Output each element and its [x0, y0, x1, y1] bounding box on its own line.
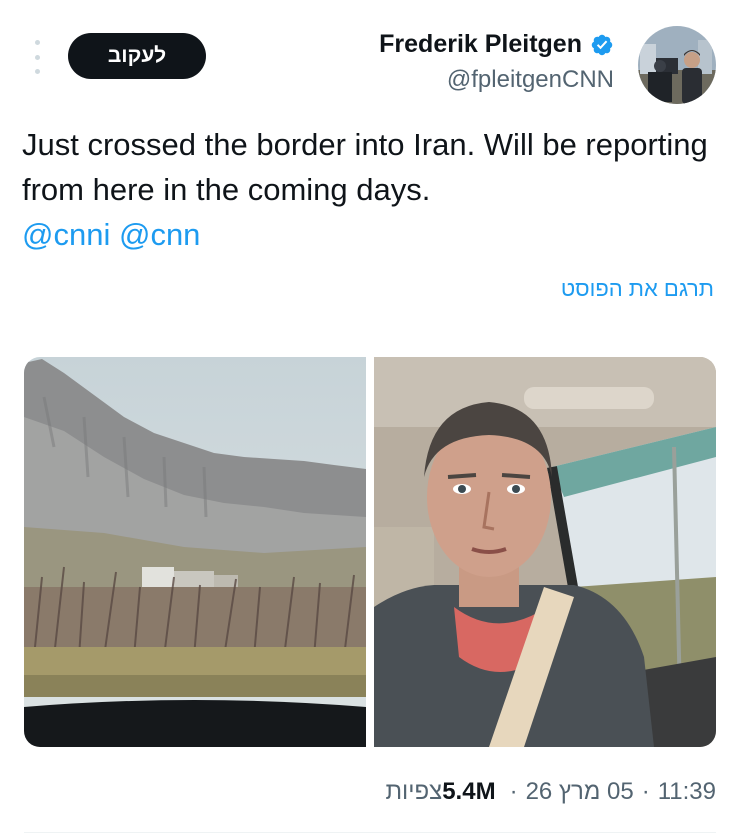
tweet-mentions: @cnni @cnn	[22, 212, 200, 257]
tweet-date[interactable]: 05 מרץ 26	[526, 778, 634, 806]
tweet-time[interactable]: 11:39	[658, 778, 716, 806]
avatar[interactable]	[638, 26, 716, 104]
tweet-photo-selfie[interactable]	[374, 357, 716, 747]
views-label: צפיות	[385, 778, 443, 805]
dot	[34, 69, 40, 74]
separator-dot: ·	[641, 778, 650, 805]
author-handle[interactable]: @fpleitgenCNN	[447, 66, 614, 94]
separator-dot: ·	[509, 778, 518, 805]
more-options-icon[interactable]	[30, 40, 44, 74]
translate-post-link[interactable]: תרגם את הפוסט	[561, 276, 714, 302]
views-count[interactable]: 5.4M	[442, 778, 495, 806]
verified-badge-icon	[591, 34, 613, 56]
tweet-meta: צפיות 5.4M · 05 מרץ 26 · 11:39	[385, 778, 716, 806]
mention-link[interactable]: @cnni	[22, 217, 110, 252]
author-display-name[interactable]: Frederik Pleitgen	[379, 30, 582, 59]
dot	[34, 40, 40, 45]
dot	[34, 54, 40, 60]
tweet-photo-landscape[interactable]	[24, 357, 366, 747]
divider	[24, 832, 716, 833]
follow-button[interactable]: לעקוב	[68, 33, 206, 79]
mention-link[interactable]: @cnn	[119, 217, 200, 252]
tweet-text: Just crossed the border into Iran. Will …	[22, 127, 708, 207]
